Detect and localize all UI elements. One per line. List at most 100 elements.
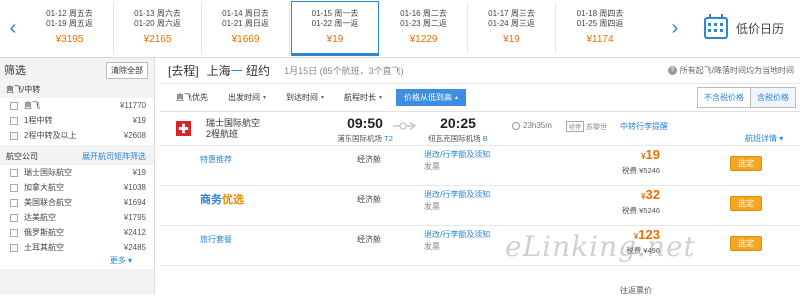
select-fare-button[interactable]: 选定: [730, 236, 762, 251]
option-label: 达美航空: [24, 213, 56, 222]
clear-all-button[interactable]: 清除全部: [106, 61, 148, 79]
origin-city: 上海: [206, 64, 231, 78]
price-value: 19: [645, 147, 660, 162]
route-meta: 1月15日 (85个航班，3个直飞): [284, 66, 404, 76]
select-fare-button[interactable]: 选定: [730, 196, 762, 211]
flight-details-link[interactable]: 航班详情 ▾: [745, 133, 783, 144]
low-price-calendar-button[interactable]: 低价日历: [692, 0, 800, 56]
checkbox[interactable]: [10, 101, 18, 110]
sort-duration[interactable]: 航程时长 ▾: [344, 92, 382, 103]
sort-label: 直飞优先: [176, 93, 208, 102]
fare-price: ¥19 税费 ¥5246: [590, 147, 660, 176]
fare-name-part: 优选: [222, 194, 244, 206]
departure-airport: 浦东国际机场: [337, 134, 383, 143]
fare-rules-link[interactable]: 退改/行李额及须知: [424, 229, 490, 241]
filter-option[interactable]: 直飞 ¥11770: [0, 98, 154, 113]
checkbox[interactable]: [10, 198, 18, 207]
fare-name-link[interactable]: 商务优选: [200, 191, 244, 207]
date-return: 01-25 周四返: [576, 19, 624, 28]
transfer-baggage-reminder-link[interactable]: 中转行李提醒: [620, 121, 668, 132]
filter-option[interactable]: 土耳其航空 ¥2485: [0, 240, 154, 255]
option-price: ¥2608: [123, 131, 146, 140]
date-strip: ‹ 01-12 周五去 01-19 周五返 ¥3195 01-13 周六去 01…: [0, 0, 800, 58]
fare-row: 旅行套餐 经济舱 退改/行李额及须知 发票 ¥123 税费 ¥496 选定: [160, 226, 800, 266]
date-price: ¥19: [503, 34, 520, 45]
section-title: 航空公司 展开航司矩阵筛选: [0, 149, 154, 165]
exclude-tax-option[interactable]: 不含税价格: [698, 88, 751, 107]
date-return: 01-22 周一返: [311, 19, 359, 28]
more-airlines-link[interactable]: 更多 ▾: [0, 255, 154, 267]
cabin-class: 经济舱: [357, 155, 381, 164]
trip-leg-tag: [去程]: [168, 64, 199, 78]
sort-direct-first[interactable]: 直飞优先: [176, 92, 208, 103]
checkbox[interactable]: [10, 243, 18, 252]
option-price: ¥1795: [123, 213, 146, 222]
date-option[interactable]: 01-12 周五去 01-19 周五返 ¥3195: [26, 2, 114, 54]
date-option[interactable]: 01-17 周三去 01-24 周三返 ¥19: [468, 2, 556, 54]
checkbox[interactable]: [10, 228, 18, 237]
airline-filter: 航空公司 展开航司矩阵筛选 瑞士国际航空 ¥19 加拿大航空 ¥1038 美国联…: [0, 149, 154, 269]
filter-option[interactable]: 2程中转及以上 ¥2608: [0, 128, 154, 143]
date-option[interactable]: 01-18 周四去 01-25 周四返 ¥1174: [556, 2, 644, 54]
section-title: 直飞/中转: [0, 82, 154, 98]
chevron-right-icon: ›: [671, 16, 679, 39]
filter-option[interactable]: 美国联合航空 ¥1694: [0, 195, 154, 210]
departure-terminal: T2: [384, 134, 393, 143]
option-label: 美国联合航空: [24, 198, 72, 207]
arrival-airport: 纽瓦克国际机场: [428, 134, 481, 143]
date-go: 01-12 周五去: [46, 9, 93, 18]
fare-rules-link[interactable]: 退改/行李额及须知: [424, 189, 490, 201]
filter-option[interactable]: 俄罗斯航空 ¥2412: [0, 225, 154, 240]
option-label: 瑞士国际航空: [24, 168, 72, 177]
departure-airport-line: 浦东国际机场 T2: [325, 133, 405, 144]
destination-city: 纽约: [246, 64, 271, 78]
caret-down-icon: ▾: [379, 95, 383, 101]
option-label: 直飞: [24, 101, 40, 110]
checkbox[interactable]: [10, 183, 18, 192]
fare-rules: 退改/行李额及须知 发票: [424, 189, 490, 213]
sort-arrival-time[interactable]: 到达时间 ▾: [286, 92, 324, 103]
option-price: ¥2485: [123, 243, 146, 252]
fare-name-link[interactable]: 特惠推荐: [200, 154, 232, 165]
sort-label: 到达时间: [286, 93, 319, 102]
option-price: ¥1694: [123, 198, 146, 207]
select-fare-button[interactable]: 选定: [730, 156, 762, 171]
filter-option[interactable]: 1程中转 ¥19: [0, 113, 154, 128]
checkbox[interactable]: [10, 168, 18, 177]
fare-rules-link[interactable]: 退改/行李额及须知: [424, 149, 490, 161]
invoice-label: 发票: [424, 202, 440, 211]
local-time-note: ? 所有起飞/降落时间均为当地时间: [667, 65, 794, 76]
checkbox[interactable]: [10, 116, 18, 125]
sort-departure-time[interactable]: 出发时间 ▾: [228, 92, 266, 103]
flight-summary: 瑞士国际航空 2程航班 09:50 浦东国际机场 T2 20:25 纽瓦克国际机…: [160, 112, 800, 146]
next-dates-button[interactable]: ›: [662, 0, 688, 56]
checkbox[interactable]: [10, 213, 18, 222]
date-return: 01-20 周六返: [134, 19, 181, 28]
filter-option[interactable]: 瑞士国际航空 ¥19: [0, 165, 154, 180]
date-option-selected[interactable]: 01-15 周一去 01-22 周一返 ¥19: [291, 1, 379, 56]
fare-price: ¥32 税费 ¥5246: [590, 187, 660, 216]
prev-dates-button[interactable]: ‹: [0, 0, 26, 56]
sort-bar: 直飞优先 出发时间 ▾ 到达时间 ▾ 航程时长 ▾ 价格从低到高 ▴ 不含税价格…: [160, 84, 800, 112]
filter-option[interactable]: 达美航空 ¥1795: [0, 210, 154, 225]
local-time-note-text: 所有起飞/降落时间均为当地时间: [679, 66, 794, 75]
flight-arrow-icon: [393, 122, 417, 130]
fare-rules: 退改/行李额及须知 发票: [424, 149, 490, 173]
date-option[interactable]: 01-13 周六去 01-20 周六返 ¥2165: [114, 2, 202, 54]
date-option[interactable]: 01-14 周日去 01-21 周日返 ¥1669: [202, 2, 290, 54]
tax-toggle: 不含税价格 含税价格: [697, 87, 796, 108]
date-option[interactable]: 01-16 周二去 01-23 周二返 ¥1229: [380, 2, 468, 54]
checkbox[interactable]: [10, 131, 18, 140]
date-go: 01-16 周二去: [400, 9, 447, 18]
cabin-class: 经济舱: [357, 235, 381, 244]
option-label: 1程中转: [24, 116, 53, 125]
include-tax-option[interactable]: 含税价格: [751, 88, 795, 107]
stopover-badge: 经停: [566, 121, 585, 132]
route-header: [去程] 上海一 纽约 1月15日 (85个航班，3个直飞) ? 所有起飞/降落…: [160, 58, 800, 84]
filter-option[interactable]: 加拿大航空 ¥1038: [0, 180, 154, 195]
sort-label: 价格从低到高: [404, 93, 453, 102]
chevron-left-icon: ‹: [9, 16, 17, 39]
fare-name-link[interactable]: 旅行套餐: [200, 234, 232, 245]
airline-matrix-link[interactable]: 展开航司矩阵筛选: [82, 149, 146, 165]
sort-price-ascending[interactable]: 价格从低到高 ▴: [396, 89, 467, 106]
